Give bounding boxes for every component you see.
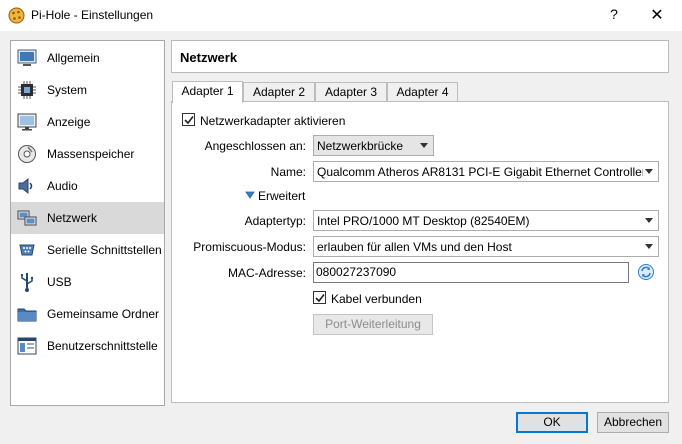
chevron-down-icon [420,143,428,148]
advanced-toggle-label[interactable]: Erweitert [258,189,305,203]
attached-to-select[interactable]: Netzwerkbrücke [313,135,434,156]
mac-label: MAC-Adresse: [227,266,306,280]
tab-adapter-4[interactable]: Adapter 4 [387,82,458,102]
ok-button[interactable]: OK [516,412,588,433]
promiscuous-label: Promiscuous-Modus: [193,240,306,254]
title-bar: Pi-Hole - Einstellungen ? ✕ [0,0,682,31]
sidebar-item-system[interactable]: System [11,74,164,106]
chevron-down-icon [645,218,653,223]
adapter-type-select[interactable]: Intel PRO/1000 MT Desktop (82540EM) [313,210,659,231]
help-button[interactable]: ? [604,6,624,26]
adapter-name-select[interactable]: Qualcomm Atheros AR8131 PCI-E Gigabit Et… [313,161,659,182]
refresh-mac-icon[interactable] [637,263,655,281]
mac-address-input[interactable] [316,265,616,279]
close-button[interactable]: ✕ [646,5,668,27]
section-header: Netzwerk [171,40,669,73]
virtualbox-app-icon [8,7,25,24]
cancel-button[interactable]: Abbrechen [597,412,669,433]
user-interface-icon [17,337,37,355]
chevron-down-icon [645,244,653,249]
general-icon [17,49,37,66]
attached-to-label: Angeschlossen an: [204,139,306,153]
adapter-panel: Netzwerkadapter aktivieren Angeschlossen… [171,101,669,403]
storage-disk-icon [18,145,36,163]
page-title: Netzwerk [180,50,238,65]
adapter-type-label: Adaptertyp: [244,214,306,228]
cable-connected-label: Kabel verbunden [331,292,422,306]
system-chip-icon [18,81,36,99]
sidebar-item-allgemein[interactable]: Allgemein [11,42,164,74]
tab-adapter-2[interactable]: Adapter 2 [243,82,315,102]
window-title: Pi-Hole - Einstellungen [31,8,154,22]
sidebar-item-anzeige[interactable]: Anzeige [11,106,164,138]
audio-speaker-icon [18,177,33,195]
usb-icon [21,273,34,292]
checkmark-icon [184,116,194,125]
serial-port-icon [19,244,35,256]
display-monitor-icon [17,113,37,131]
chevron-down-icon [645,169,653,174]
tab-adapter-1[interactable]: Adapter 1 [172,81,243,103]
shared-folder-icon [17,308,37,322]
network-icon [17,210,37,226]
sidebar-item-benutzerschnittstelle[interactable]: Benutzerschnittstelle [11,330,164,362]
mac-address-field[interactable] [313,262,629,283]
port-forwarding-button[interactable]: Port-Weiterleitung [313,314,433,335]
expand-triangle-icon[interactable] [245,191,255,199]
sidebar-item-gemeinsame-ordner[interactable]: Gemeinsame Ordner [11,298,164,330]
tab-adapter-3[interactable]: Adapter 3 [315,82,387,102]
cable-connected-checkbox[interactable] [313,291,326,304]
name-label: Name: [270,165,306,179]
checkmark-icon [315,294,325,303]
enable-adapter-label: Netzwerkadapter aktivieren [200,114,346,128]
promiscuous-select[interactable]: erlauben für allen VMs und den Host [313,236,659,257]
enable-adapter-checkbox[interactable] [182,113,195,126]
